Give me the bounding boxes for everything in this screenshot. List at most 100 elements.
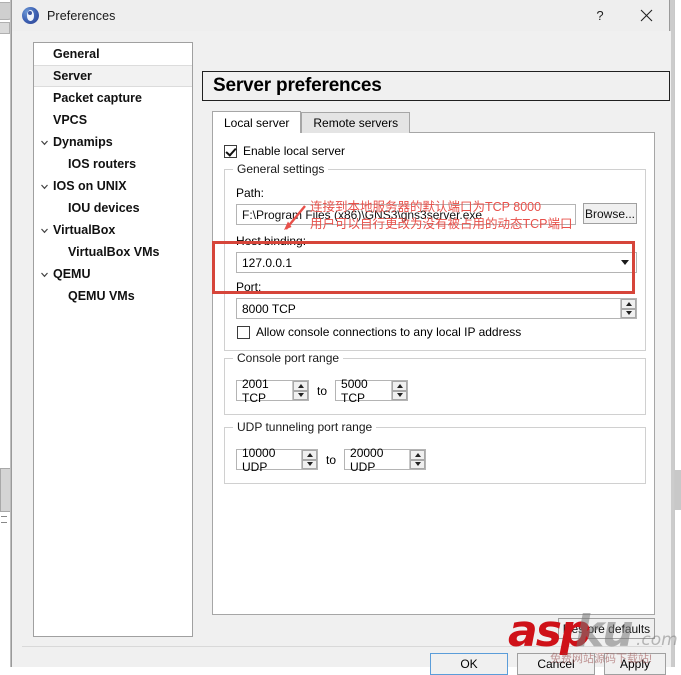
stepper-up-button[interactable] <box>302 450 317 460</box>
stepper-up-button[interactable] <box>410 450 426 460</box>
port-stepper[interactable]: 8000 TCP <box>236 298 637 319</box>
console-port-range-group: Console port range 2001 TCP to 5000 TCP <box>224 351 646 415</box>
host-binding-label: Host binding: <box>236 234 307 248</box>
sidebar-item-ios-on-unix[interactable]: IOS on UNIX <box>34 175 192 197</box>
group-title: Console port range <box>233 351 344 365</box>
host-binding-select[interactable]: 127.0.0.1 <box>236 252 637 273</box>
background-artifact <box>1 516 7 517</box>
sidebar-item-iou-devices[interactable]: IOU devices <box>34 197 192 219</box>
sidebar-item-label: IOS on UNIX <box>53 179 127 193</box>
checkbox-unchecked-icon <box>237 325 250 339</box>
udp-port-from-value: 10000 UDP <box>242 445 276 474</box>
window-title: Preferences <box>47 8 116 23</box>
sidebar-item-qemu[interactable]: QEMU <box>34 263 192 285</box>
sidebar-item-qemu-vms[interactable]: QEMU VMs <box>34 285 192 307</box>
udp-port-from-stepper[interactable]: 10000 UDP <box>236 446 318 474</box>
stepper-down-button[interactable] <box>293 390 308 400</box>
chevron-down-icon[interactable] <box>38 226 51 235</box>
tab-label: Local server <box>224 115 290 130</box>
caret-up-icon <box>297 383 304 388</box>
console-port-range-row: 2001 TCP to 5000 TCP <box>236 377 409 405</box>
console-port-from-stepper[interactable]: 2001 TCP <box>236 377 309 405</box>
caret-up-icon <box>414 452 421 457</box>
port-value: 8000 TCP <box>242 301 296 316</box>
help-button[interactable]: ? <box>577 0 623 31</box>
stepper-buttons[interactable] <box>292 381 308 400</box>
caret-down-icon <box>297 393 304 398</box>
udp-tunneling-port-range-group: UDP tunneling port range 10000 UDP to 20… <box>224 420 646 484</box>
caret-up-icon <box>306 452 313 457</box>
path-label: Path: <box>236 186 265 200</box>
preferences-dialog: Preferences ? General Server Packet capt… <box>11 0 671 675</box>
preferences-category-tree[interactable]: General Server Packet capture VPCS Dynam… <box>33 42 193 637</box>
background-scrollbar-right <box>675 470 681 510</box>
stepper-buttons[interactable] <box>620 299 636 318</box>
annotation-text-line2: 用户可以自行更改为没有被占用的动态TCP端口 <box>310 217 573 231</box>
port-label: Port: <box>236 280 262 294</box>
background-window-artifact <box>0 22 10 34</box>
stepper-up-button[interactable] <box>392 381 408 391</box>
allow-console-connections-checkbox[interactable]: Allow console connections to any local I… <box>237 325 521 339</box>
title-bar-buttons: ? <box>577 0 669 31</box>
sidebar-item-label: Server <box>53 69 92 83</box>
apply-button[interactable]: Apply <box>604 653 666 675</box>
chevron-down-icon[interactable] <box>38 270 51 279</box>
close-icon <box>640 9 652 22</box>
stepper-down-button[interactable] <box>410 459 426 469</box>
tab-remote-servers[interactable]: Remote servers <box>301 112 411 133</box>
caret-down-icon <box>625 311 632 316</box>
checkbox-checked-icon <box>224 144 237 158</box>
caret-down-icon <box>396 393 403 398</box>
sidebar-item-label: VPCS <box>53 113 88 127</box>
enable-local-server-checkbox[interactable]: Enable local server <box>224 144 345 158</box>
sidebar-item-label: General <box>53 47 100 61</box>
stepper-up-button[interactable] <box>621 299 636 309</box>
restore-defaults-label: Restore defaults <box>562 621 651 636</box>
apply-label: Apply <box>619 657 651 671</box>
stepper-buttons[interactable] <box>391 381 408 400</box>
udp-port-to-stepper[interactable]: 20000 UDP <box>344 446 427 474</box>
ok-label: OK <box>460 657 478 671</box>
close-button[interactable] <box>623 0 669 31</box>
stepper-buttons[interactable] <box>409 450 426 469</box>
console-port-from-value: 2001 TCP <box>242 376 269 405</box>
stepper-down-button[interactable] <box>392 390 408 400</box>
title-bar: Preferences ? <box>12 0 669 31</box>
tab-local-server[interactable]: Local server <box>212 111 302 133</box>
chevron-down-icon[interactable] <box>38 138 51 147</box>
chevron-down-icon <box>621 260 629 265</box>
stepper-down-button[interactable] <box>621 308 636 318</box>
stepper-up-button[interactable] <box>293 381 308 391</box>
allow-console-label: Allow console connections to any local I… <box>256 325 522 339</box>
footer-divider <box>22 646 662 647</box>
caret-down-icon <box>414 462 421 467</box>
console-port-to-stepper[interactable]: 5000 TCP <box>335 377 409 405</box>
tab-strip: Local server Remote servers <box>212 111 411 133</box>
background-panel-right <box>674 0 681 667</box>
stepper-down-button[interactable] <box>302 459 317 469</box>
sidebar-item-label: IOU devices <box>68 201 140 215</box>
sidebar-item-label: QEMU <box>53 267 91 281</box>
sidebar-item-packet-capture[interactable]: Packet capture <box>34 87 192 109</box>
sidebar-item-virtualbox[interactable]: VirtualBox <box>34 219 192 241</box>
sidebar-item-server[interactable]: Server <box>34 65 192 87</box>
restore-defaults-button[interactable]: Restore defaults <box>558 618 655 639</box>
sidebar-item-label: VirtualBox <box>53 223 116 237</box>
sidebar-item-label: IOS routers <box>68 157 137 171</box>
sidebar-item-virtualbox-vms[interactable]: VirtualBox VMs <box>34 241 192 263</box>
udp-port-to-value: 20000 UDP <box>350 445 384 474</box>
udp-port-range-row: 10000 UDP to 20000 UDP <box>236 446 427 474</box>
sidebar-item-vpcs[interactable]: VPCS <box>34 109 192 131</box>
sidebar-item-ios-routers[interactable]: IOS routers <box>34 153 192 175</box>
console-port-to-value: 5000 TCP <box>341 376 368 405</box>
dialog-body: General Server Packet capture VPCS Dynam… <box>12 31 671 675</box>
ok-button[interactable]: OK <box>430 653 508 675</box>
chevron-down-icon[interactable] <box>38 182 51 191</box>
cancel-label: Cancel <box>537 657 575 671</box>
sidebar-item-dynamips[interactable]: Dynamips <box>34 131 192 153</box>
browse-button[interactable]: Browse... <box>583 203 637 224</box>
sidebar-item-general[interactable]: General <box>34 43 192 65</box>
stepper-buttons[interactable] <box>301 450 317 469</box>
cancel-button[interactable]: Cancel <box>517 653 595 675</box>
group-title: General settings <box>233 162 329 176</box>
